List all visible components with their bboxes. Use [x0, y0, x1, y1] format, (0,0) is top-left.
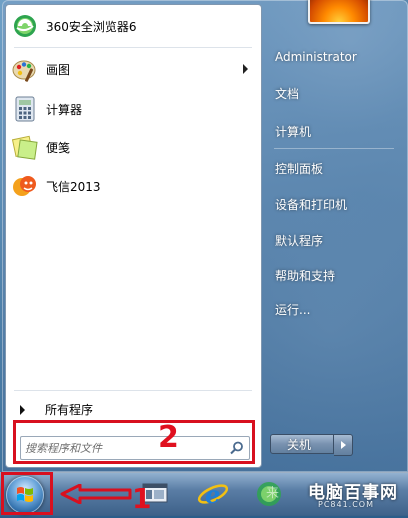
program-label: 计算器 [46, 102, 83, 117]
right-item-control-panel[interactable]: 控制面板 [275, 160, 323, 177]
right-item-documents[interactable]: 文档 [275, 85, 299, 102]
site-watermark-url: PC841.COM [318, 500, 375, 509]
arrow-right-icon [340, 441, 346, 449]
highlight-start-button [1, 472, 53, 515]
program-360-browser[interactable]: 360安全浏览器6 [12, 10, 250, 42]
taskbar-ie-button[interactable]: e [194, 476, 232, 512]
program-sticky-notes[interactable]: 便笺 [11, 131, 250, 163]
program-label: 画图 [46, 62, 71, 77]
start-menu-places-pane: Administrator 文档 计算机 控制面板 设备和打印机 默认程序 帮助… [264, 0, 408, 470]
sticky-notes-icon [11, 134, 38, 160]
internet-explorer-icon: e [197, 480, 229, 509]
program-label: 360安全浏览器6 [46, 19, 137, 34]
right-item-help-support[interactable]: 帮助和支持 [275, 267, 335, 284]
start-menu-programs-pane: 360安全浏览器6 画图 计算器 便笺 飞信2013 所有程序 搜索程序和文件 [5, 4, 262, 468]
all-programs-label: 所有程序 [45, 403, 94, 417]
fetion-icon [12, 173, 38, 199]
program-calculator[interactable]: 计算器 [12, 93, 250, 125]
program-fetion[interactable]: 飞信2013 [12, 170, 250, 202]
highlight-search-box [13, 420, 255, 464]
calculator-icon [12, 96, 38, 122]
360-browser-icon [12, 13, 38, 39]
right-separator [274, 148, 394, 149]
annotation-number-1: 1 [132, 482, 152, 515]
paint-icon [12, 56, 38, 82]
annotation-number-2: 2 [158, 420, 179, 455]
user-avatar[interactable] [308, 0, 370, 24]
right-item-computer[interactable]: 计算机 [275, 123, 311, 140]
right-item-administrator[interactable]: Administrator [275, 50, 357, 64]
program-separator [14, 47, 252, 48]
program-label: 便笺 [46, 140, 71, 155]
right-item-default-programs[interactable]: 默认程序 [275, 232, 323, 249]
right-item-run[interactable]: 运行... [275, 301, 310, 318]
program-paint[interactable]: 画图 [12, 53, 250, 85]
shutdown-control: 关机 [270, 434, 353, 456]
annotation-arrow-icon [60, 484, 132, 504]
all-programs-item[interactable]: 所有程序 [20, 401, 93, 418]
triangle-right-icon [20, 404, 25, 415]
all-programs-separator [14, 390, 252, 391]
shutdown-button[interactable]: 关机 [270, 434, 334, 454]
right-item-devices-printers[interactable]: 设备和打印机 [275, 196, 347, 213]
shutdown-options-button[interactable] [334, 434, 353, 456]
start-menu: 360安全浏览器6 画图 计算器 便笺 飞信2013 所有程序 搜索程序和文件 … [2, 0, 408, 472]
program-label: 飞信2013 [46, 179, 101, 194]
submenu-arrow-icon[interactable] [243, 64, 248, 74]
svg-text:e: e [205, 480, 220, 509]
ghost-text: 来 [266, 486, 280, 501]
